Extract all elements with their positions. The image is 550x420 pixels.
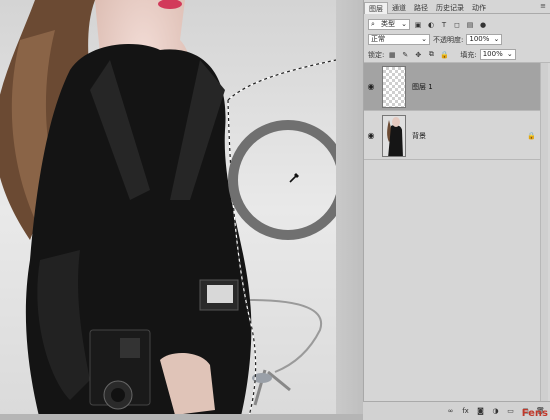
fill-label: 填充: xyxy=(460,50,477,59)
shape-filter-icon[interactable]: ◻ xyxy=(452,20,462,30)
opacity-label: 不透明度: xyxy=(433,35,464,44)
fill-field[interactable]: 100% ⌄ xyxy=(479,49,516,60)
link-icon[interactable]: ∞ xyxy=(445,406,456,416)
tab-paths[interactable]: 路径 xyxy=(410,2,432,14)
eyedropper-cursor-icon xyxy=(289,173,299,183)
lock-transparency-icon[interactable]: ▦ xyxy=(387,50,397,60)
image-filter-icon[interactable]: ▣ xyxy=(413,20,423,30)
lock-pixels-icon[interactable]: ✎ xyxy=(400,50,410,60)
fill-value: 100% xyxy=(482,50,503,58)
layer-thumbnail xyxy=(382,65,406,108)
filter-toggle-icon[interactable]: ● xyxy=(478,20,488,30)
adjustment-filter-icon[interactable]: ◐ xyxy=(426,20,436,30)
tab-layers[interactable]: 图层 xyxy=(364,2,388,14)
opacity-field[interactable]: 100% ⌄ xyxy=(466,34,503,45)
group-icon[interactable]: ▭ xyxy=(505,406,516,416)
photo xyxy=(0,0,363,420)
tab-history[interactable]: 历史记录 xyxy=(432,2,468,14)
layer-row-background[interactable]: ◉ 背景 🔒 xyxy=(364,112,544,160)
lock-position-icon[interactable]: ✥ xyxy=(413,50,423,60)
panel-scrollbar[interactable] xyxy=(540,63,548,401)
layers-panel: 图层 通道 路径 历史记录 动作 ≡ ⌕ 类型 ⌄ ▣ ◐ T ◻ ▤ ● 正常… xyxy=(363,0,550,420)
chevron-down-icon: ⌄ xyxy=(421,35,427,43)
opacity-value: 100% xyxy=(469,35,490,43)
panel-menu-icon[interactable]: ≡ xyxy=(540,2,546,10)
layer-name[interactable]: 背景 xyxy=(412,131,426,141)
visibility-eye-icon[interactable]: ◉ xyxy=(364,82,378,91)
chevron-down-icon: ⌄ xyxy=(493,35,500,43)
artboard-icon[interactable]: ⧉ xyxy=(426,50,436,60)
layer-row-layer1[interactable]: ◉ 图层 1 xyxy=(364,63,544,111)
filter-type-dropdown[interactable]: ⌕ 类型 ⌄ xyxy=(368,19,410,30)
mask-icon[interactable]: ◙ xyxy=(475,406,486,416)
lock-label: 锁定: xyxy=(368,50,385,59)
filter-type-label: 类型 xyxy=(381,20,396,28)
lock-all-icon[interactable]: 🔒 xyxy=(439,50,449,60)
canvas-right-edge xyxy=(336,0,363,420)
smart-object-filter-icon[interactable]: ▤ xyxy=(465,20,475,30)
blend-row: 正常 ⌄ 不透明度: 100% ⌄ xyxy=(364,32,550,47)
lock-row: 锁定: ▦ ✎ ✥ ⧉ 🔒 填充: 100% ⌄ xyxy=(364,47,550,62)
adjustment-icon[interactable]: ◑ xyxy=(490,406,501,416)
panel-tabs: 图层 通道 路径 历史记录 动作 xyxy=(364,2,550,14)
document-canvas[interactable] xyxy=(0,0,363,420)
watermark-logo: Fens xyxy=(521,408,548,419)
chevron-down-icon: ⌄ xyxy=(506,50,513,58)
chevron-down-icon: ⌄ xyxy=(401,20,407,28)
visibility-eye-icon[interactable]: ◉ xyxy=(364,131,378,140)
layer-name[interactable]: 图层 1 xyxy=(412,82,433,92)
tab-channels[interactable]: 通道 xyxy=(388,2,410,14)
layer-thumbnail xyxy=(382,114,406,157)
canvas-bottom-edge xyxy=(0,414,363,420)
lock-icon: 🔒 xyxy=(527,131,536,140)
tab-actions[interactable]: 动作 xyxy=(468,2,490,14)
blend-mode-dropdown[interactable]: 正常 ⌄ xyxy=(368,34,430,45)
type-filter-icon[interactable]: T xyxy=(439,20,449,30)
blend-mode-value: 正常 xyxy=(371,35,385,43)
filter-row: ⌕ 类型 ⌄ ▣ ◐ T ◻ ▤ ● xyxy=(364,17,550,32)
search-icon: ⌕ xyxy=(371,20,375,28)
fx-icon[interactable]: fx xyxy=(460,406,471,416)
